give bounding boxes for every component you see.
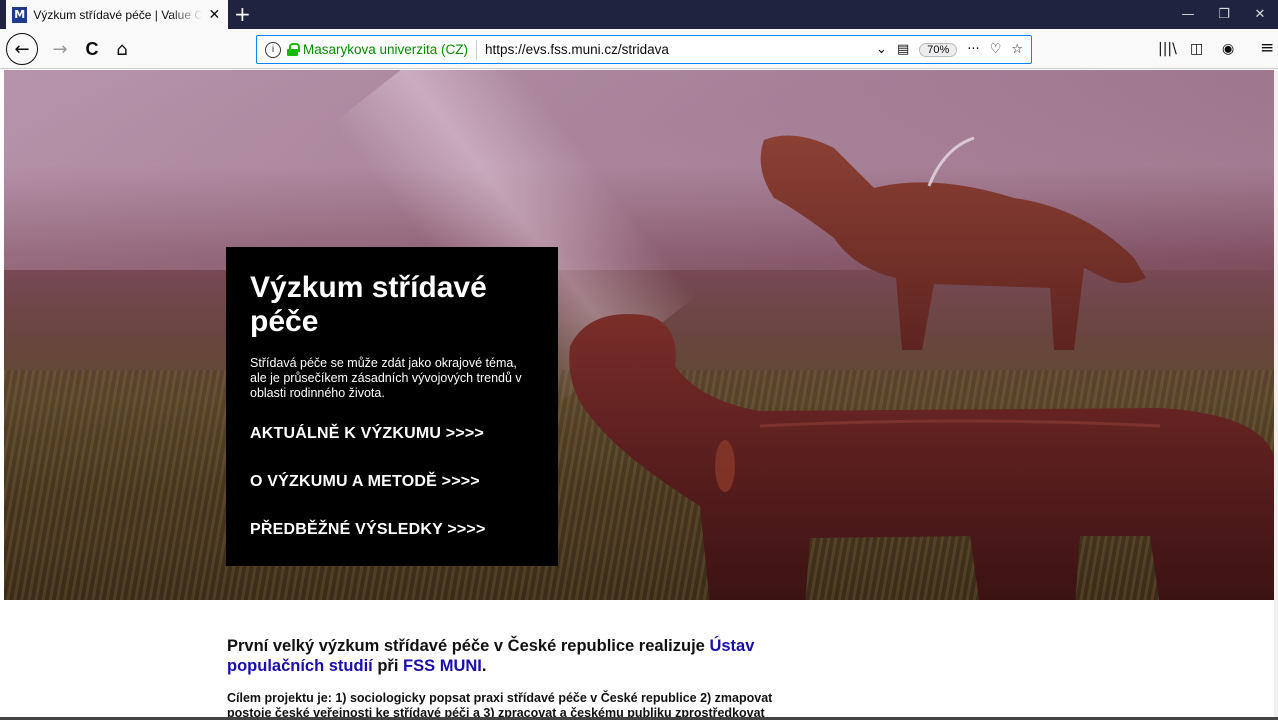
lead-paragraph: První velký výzkum střídavé péče v České… [227,636,807,676]
link-current-news[interactable]: AKTUÁLNĚ K VÝZKUMU >>>> [250,425,534,443]
tab-title: Výzkum střídavé péče | Value C [33,7,203,22]
muni-favicon-icon: M [12,6,28,23]
new-tab-button[interactable]: + [234,2,251,26]
page-actions-icon[interactable]: ··· [967,42,979,57]
hero-description: Střídavá péče se může zdát jako okrajové… [250,356,522,400]
hero-title: Výzkum střídavé péče [250,271,487,338]
hero-info-box: Výzkum střídavé péče Střídavá péče se mů… [226,247,558,566]
forward-button[interactable]: → [46,35,74,63]
bookmark-star-icon[interactable]: ☆ [1011,42,1023,57]
pocket-icon[interactable]: ♡ [990,42,1002,57]
account-icon[interactable]: ◉ [1222,41,1234,57]
link-fss-muni[interactable]: FSS MUNI [403,657,482,675]
active-tab[interactable]: M Výzkum střídavé péče | Value C ✕ [6,0,228,29]
home-button[interactable]: ⌂ [108,35,136,63]
close-window-button[interactable]: ✕ [1242,0,1278,29]
reader-view-icon[interactable]: ▤ [897,42,909,57]
tab-strip: M Výzkum střídavé péče | Value C ✕ + — ❐… [0,0,1278,29]
lead-text: První velký výzkum střídavé péče v České… [227,637,710,655]
zoom-level[interactable]: 70% [919,42,958,57]
menu-icon[interactable]: ≡ [1260,38,1274,58]
close-tab-icon[interactable]: ✕ [207,6,222,23]
link-preliminary-results[interactable]: PŘEDBĚŽNÉ VÝSLEDKY >>>> [250,521,534,539]
link-about-research[interactable]: O VÝZKUMU A METODĚ >>>> [250,473,534,491]
page-scrollbar[interactable] [1274,70,1278,720]
navigation-toolbar: ← → C ⌂ i Masarykova univerzita (CZ) htt… [0,29,1278,69]
site-info-icon[interactable]: i [265,41,281,58]
library-icon[interactable]: |||\ [1158,41,1177,57]
lock-icon [287,43,300,56]
certificate-organization[interactable]: Masarykova univerzita (CZ) [303,42,468,57]
reload-button[interactable]: C [78,35,106,63]
url-dropdown-icon[interactable]: ⌄ [876,42,887,57]
urlbar-separator [476,39,478,60]
project-goals-paragraph: Cílem projektu je: 1) sociologicky popsa… [227,691,773,720]
hero-banner: Výzkum střídavé péče Střídavá péče se mů… [4,70,1274,600]
back-button[interactable]: ← [6,33,38,65]
main-content: První velký výzkum střídavé péče v České… [227,636,807,720]
sidebar-icon[interactable]: ◫ [1190,41,1203,57]
minimize-button[interactable]: — [1170,0,1206,29]
wooden-horse-figure [760,135,1146,350]
restore-button[interactable]: ❐ [1206,0,1242,29]
lead-text: při [372,657,404,675]
url-text[interactable]: https://evs.fss.muni.cz/stridava [485,42,876,57]
url-bar[interactable]: i Masarykova univerzita (CZ) https://evs… [256,35,1032,64]
lead-text: . [481,657,487,675]
